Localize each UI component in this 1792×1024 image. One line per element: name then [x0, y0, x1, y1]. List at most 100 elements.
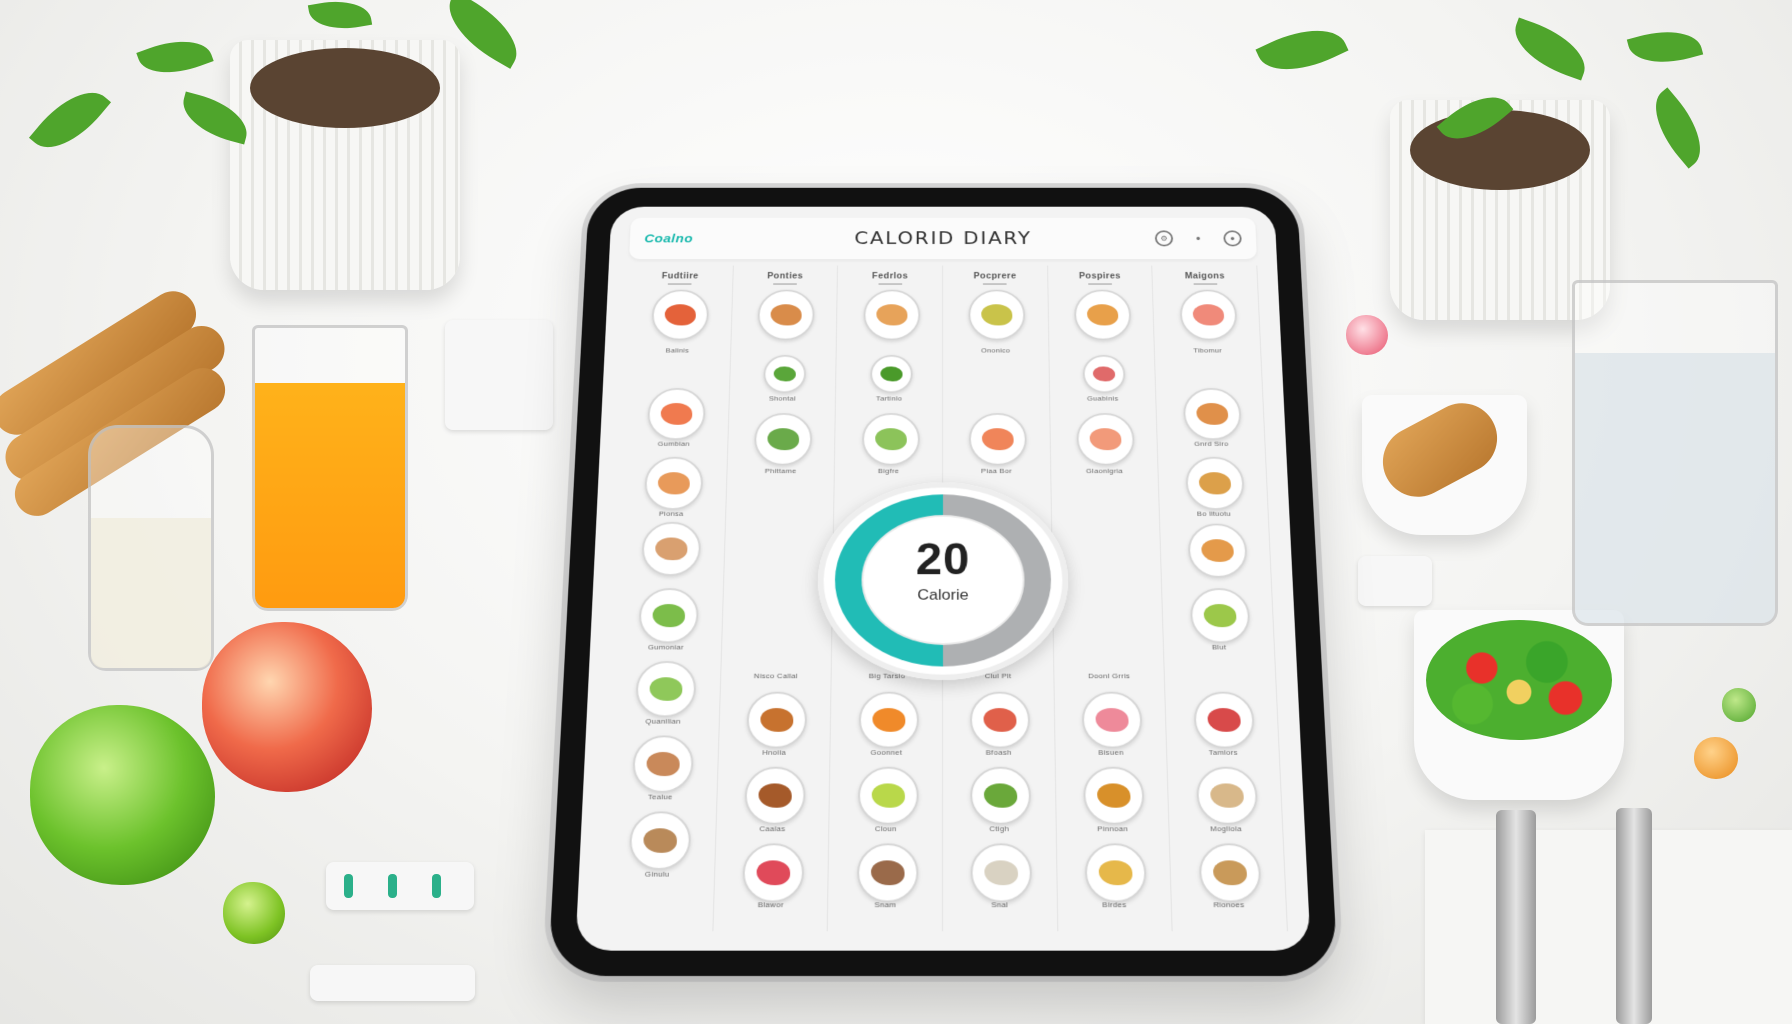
napkin	[1425, 830, 1792, 1024]
red-apple	[202, 622, 372, 792]
food-label: Pionsa	[658, 509, 684, 518]
food-label: Ctigh	[989, 824, 1010, 834]
knife	[1616, 808, 1652, 1024]
food-item[interactable]	[970, 691, 1031, 749]
food-item[interactable]	[857, 766, 919, 825]
food-label: Ginulu	[644, 869, 670, 879]
food-item[interactable]	[1198, 843, 1262, 903]
food-label: Hnoiia	[762, 748, 787, 757]
food-column: Maigons Tibomur Gnrd Siro Bo lituotu Blu…	[1152, 265, 1288, 932]
food-item[interactable]	[746, 691, 808, 749]
food-label: Birdes	[1102, 900, 1127, 910]
food-item[interactable]	[1182, 388, 1242, 440]
food-item[interactable]	[1195, 766, 1259, 825]
orange-juice-glass	[252, 325, 408, 611]
bread-roll-bowl	[1362, 390, 1527, 535]
food-item[interactable]	[1187, 523, 1248, 578]
food-label: Bfoash	[985, 748, 1012, 757]
food-label: Tamiors	[1208, 748, 1238, 757]
column-header: Pocprere	[973, 271, 1017, 281]
orange-berry	[1694, 737, 1738, 779]
food-item[interactable]	[1081, 691, 1143, 749]
food-item[interactable]	[757, 289, 815, 341]
food-item[interactable]	[858, 691, 919, 749]
food-item[interactable]	[1076, 413, 1136, 466]
food-item[interactable]	[869, 354, 913, 394]
food-item[interactable]	[970, 843, 1033, 903]
food-item[interactable]	[638, 588, 700, 644]
food-label: Snal	[991, 900, 1009, 910]
food-item[interactable]	[861, 413, 920, 466]
salad-bowl	[1414, 610, 1624, 800]
food-label: Tartinlo	[876, 394, 903, 403]
food-item[interactable]	[1082, 354, 1126, 394]
food-label: Guabinis	[1086, 394, 1119, 403]
food-label: Pinnoan	[1097, 824, 1129, 834]
food-item[interactable]	[644, 456, 705, 510]
calorie-value: 20	[915, 534, 971, 584]
food-label: Bisuen	[1098, 748, 1124, 757]
food-label: Cloun	[874, 824, 897, 834]
potted-plant-left	[28, 0, 531, 300]
food-item[interactable]	[651, 289, 710, 341]
food-label: Caalas	[759, 824, 786, 834]
food-item[interactable]	[753, 413, 813, 466]
food-item[interactable]	[1179, 289, 1238, 341]
food-item[interactable]	[1192, 691, 1255, 749]
food-item[interactable]	[1073, 289, 1132, 341]
food-label: Blawor	[757, 900, 784, 910]
food-label: Tibomur	[1193, 346, 1223, 355]
food-item[interactable]	[1189, 588, 1251, 644]
food-label: Bo lituotu	[1196, 509, 1232, 518]
food-item[interactable]	[863, 289, 920, 341]
food-item[interactable]	[968, 289, 1026, 341]
food-label: Quanilian	[645, 717, 681, 726]
food-item[interactable]	[744, 766, 806, 825]
food-label: Blut	[1211, 643, 1227, 652]
food-item[interactable]	[628, 811, 692, 870]
food-item[interactable]	[632, 735, 695, 793]
food-item[interactable]	[763, 354, 807, 394]
column-header: Fudtiire	[661, 271, 699, 281]
fork	[1496, 810, 1536, 1024]
column-header: Pospires	[1078, 271, 1122, 281]
food-item[interactable]	[1184, 456, 1245, 510]
milk-carafe	[88, 425, 214, 671]
food-label: Goonnet	[870, 748, 903, 757]
food-item[interactable]	[647, 388, 707, 440]
food-label: Bigfre	[877, 467, 900, 475]
food-label: Phittame	[764, 467, 797, 475]
food-label: Shontal	[768, 394, 796, 403]
column-header: Maigons	[1184, 271, 1226, 281]
food-item[interactable]	[856, 843, 919, 903]
lime	[223, 882, 285, 944]
food-label: Ononico	[980, 346, 1011, 355]
green-pea	[1722, 688, 1756, 722]
food-item[interactable]	[635, 661, 698, 718]
food-item[interactable]	[1084, 843, 1148, 903]
food-label: Gumoniar	[647, 643, 685, 652]
food-item[interactable]	[641, 521, 702, 576]
food-item[interactable]	[741, 843, 805, 903]
pill-pack	[310, 965, 475, 1001]
table-scene: Coalno CALORID DIARY ⚙ • ● Fudtiire Bali…	[0, 0, 1792, 1024]
app-title: CALORID DIARY	[854, 228, 1032, 249]
food-item[interactable]	[969, 413, 1028, 466]
calorie-diary-screen: Coalno CALORID DIARY ⚙ • ● Fudtiire Bali…	[575, 206, 1311, 951]
calorie-unit: Calorie	[917, 586, 969, 604]
food-label: Piaa Bor	[981, 467, 1012, 475]
pill-pack	[326, 862, 474, 910]
food-label: Gumbian	[657, 439, 691, 448]
green-apple	[30, 705, 215, 885]
food-label: Snam	[874, 900, 897, 910]
app-header: Coalno CALORID DIARY ⚙ • ●	[629, 217, 1257, 260]
food-item[interactable]	[970, 766, 1032, 825]
calorie-dial[interactable]: 20 Calorie	[799, 482, 1087, 684]
berry	[1346, 315, 1388, 355]
water-glass	[1572, 280, 1778, 626]
food-item[interactable]	[1083, 766, 1145, 825]
food-label: Tealue	[647, 792, 673, 802]
food-label: Balinis	[665, 346, 690, 355]
tablet-device: Coalno CALORID DIARY ⚙ • ● Fudtiire Bali…	[548, 187, 1338, 977]
small-packet	[1358, 556, 1432, 606]
